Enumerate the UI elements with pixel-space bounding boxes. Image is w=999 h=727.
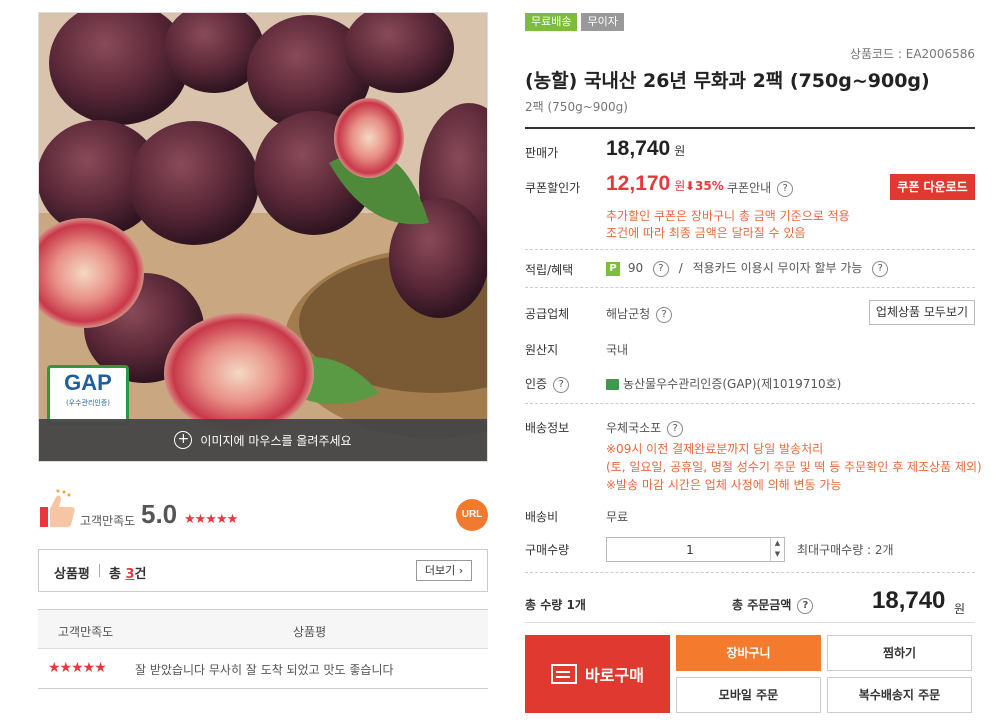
certification-label: 인증? <box>525 375 570 393</box>
review-stars: ★★★★★ <box>48 660 107 676</box>
coupon-discount-rate: ⬇35% <box>685 179 724 193</box>
sale-price-label: 판매가 <box>525 146 559 160</box>
divider <box>525 403 975 404</box>
gap-badge-subtext: (우수관리인증) <box>65 399 111 407</box>
review-comment: 잘 받았습니다 무사히 잘 도착 되었고 맛도 좋습니다 <box>135 663 394 677</box>
product-subtitle: 2팩 (750g~900g) <box>525 100 628 114</box>
thumbs-up-icon <box>40 489 75 527</box>
buy-now-label: 바로구매 <box>585 666 644 685</box>
quantity-label: 구매수량 <box>525 543 570 557</box>
free-shipping-badge: 무료배송 <box>525 13 578 31</box>
help-icon[interactable]: ? <box>553 376 570 393</box>
review-count: 3 <box>125 567 135 582</box>
total-currency: 원 <box>954 602 966 616</box>
satisfaction-label: 고객만족도 <box>80 514 136 528</box>
review-summary: 상품평 총 3건 더보기 › <box>38 549 488 592</box>
shipping-note-3: ※발송 마감 시간은 업체 사정에 의해 변동 가능 <box>606 478 842 492</box>
help-icon[interactable]: ? <box>656 306 673 323</box>
reward-info: P 90 ? / 적용카드 이용시 무이자 할부 가능 ? <box>606 259 889 277</box>
help-icon[interactable]: ? <box>652 260 669 277</box>
product-code: 상품코드 : EA2006586 <box>849 47 975 61</box>
card-icon <box>551 664 578 684</box>
origin-label: 원산지 <box>525 343 559 357</box>
quantity-down-icon[interactable]: ▼ <box>771 549 784 560</box>
help-icon[interactable]: ? <box>872 260 889 277</box>
coupon-price-label: 쿠폰할인가 <box>525 181 581 195</box>
quantity-value[interactable]: 1 <box>607 543 773 557</box>
product-badges: 무료배송 무이자 <box>525 13 624 31</box>
divider <box>525 622 975 623</box>
help-icon[interactable]: ? <box>667 420 684 437</box>
reward-label: 적립/혜택 <box>525 263 574 277</box>
url-copy-button[interactable]: URL <box>456 499 488 531</box>
shipping-fee-value: 무료 <box>606 510 629 524</box>
total-amount: 18,740 <box>872 587 946 614</box>
max-quantity: 최대구매수량 : 2개 <box>797 543 894 557</box>
coupon-note-2: 조건에 따라 최종 금액은 달라질 수 있음 <box>606 226 806 240</box>
divider <box>525 287 975 288</box>
coupon-download-button[interactable]: 쿠폰 다운로드 <box>890 174 975 200</box>
zoom-hint-text: 이미지에 마우스를 올려주세요 <box>200 433 352 448</box>
table-row[interactable]: ★★★★★ 잘 받았습니다 무사히 잘 도착 되었고 맛도 좋습니다 <box>38 649 488 689</box>
customer-satisfaction: 고객만족도 5.0 ★★★★★ URL <box>38 485 488 535</box>
interest-free-badge: 무이자 <box>581 13 624 31</box>
gap-certification-badge: GAP (우수관리인증) <box>47 365 129 425</box>
card-benefit: 적용카드 이용시 무이자 할부 가능 <box>692 261 863 275</box>
point-icon: P <box>606 261 620 276</box>
divider <box>525 572 975 573</box>
wishlist-button[interactable]: 찜하기 <box>827 635 972 671</box>
shipping-method: 우체국소포? <box>606 419 684 437</box>
review-more-button[interactable]: 더보기 › <box>416 560 472 581</box>
shipping-fee-label: 배송비 <box>525 510 559 524</box>
zoom-plus-icon: + <box>174 431 193 449</box>
coupon-price: 12,170 원 <box>606 172 686 195</box>
certificate-icon <box>606 379 619 390</box>
sale-price: 18,740 원 <box>606 137 686 160</box>
supplier-value: 해남군청? <box>606 305 673 323</box>
multi-address-order-button[interactable]: 복수배송지 주문 <box>827 677 972 713</box>
buy-now-button[interactable]: 바로구매 <box>525 635 670 713</box>
review-total: 총 3건 <box>109 567 147 582</box>
zoom-hint-bar: + 이미지에 마우스를 올려주세요 <box>39 419 487 461</box>
satisfaction-stars: ★★★★★ <box>184 512 238 527</box>
reward-points: 90 <box>627 261 644 275</box>
total-amount-label: 총 주문금액? <box>732 596 814 614</box>
divider <box>525 249 975 250</box>
shipping-note-2: (토, 일요일, 공휴일, 명절 성수기 주문 및 떡 등 주문확인 후 제조상… <box>606 460 982 474</box>
gap-badge-text: GAP <box>64 370 112 395</box>
help-icon[interactable]: ? <box>797 597 814 614</box>
review-title: 상품평 <box>54 567 90 582</box>
satisfaction-score: 5.0 <box>141 499 178 529</box>
add-to-cart-button[interactable]: 장바구니 <box>676 635 821 671</box>
quantity-stepper[interactable]: 1 ▲ ▼ <box>606 537 785 562</box>
total-quantity: 총 수량 1개 <box>525 598 586 612</box>
mobile-order-button[interactable]: 모바일 주문 <box>676 677 821 713</box>
supplier-products-button[interactable]: 업체상품 모두보기 <box>869 300 975 325</box>
origin-value: 국내 <box>606 343 629 357</box>
supplier-label: 공급업체 <box>525 307 570 321</box>
quantity-up-icon[interactable]: ▲ <box>771 538 784 549</box>
quantity-arrows: ▲ ▼ <box>770 538 784 561</box>
column-review: 상품평 <box>293 625 327 639</box>
certification-value: 농산물우수관리인증(GAP)(제1019710호) <box>606 375 841 392</box>
column-satisfaction: 고객만족도 <box>58 625 114 639</box>
product-title: (농할) 국내산 26년 무화과 2팩 (750g~900g) <box>525 70 930 92</box>
shipping-note-1: ※09시 이전 결제완료분까지 당일 발송처리 <box>606 442 824 456</box>
coupon-info: 쿠폰안내? <box>727 179 794 197</box>
shipping-label: 배송정보 <box>525 421 570 435</box>
divider <box>99 564 100 577</box>
review-table: 고객만족도 상품평 ★★★★★ 잘 받았습니다 무사히 잘 도착 되었고 맛도 … <box>38 609 488 689</box>
help-icon[interactable]: ? <box>777 180 794 197</box>
product-image[interactable]: GAP (우수관리인증) + 이미지에 마우스를 올려주세요 <box>38 12 488 462</box>
title-divider <box>525 127 975 129</box>
coupon-note-1: 추가할인 쿠폰은 장바구니 총 금액 기준으로 적용 <box>606 209 850 223</box>
review-table-header: 고객만족도 상품평 <box>38 609 488 649</box>
